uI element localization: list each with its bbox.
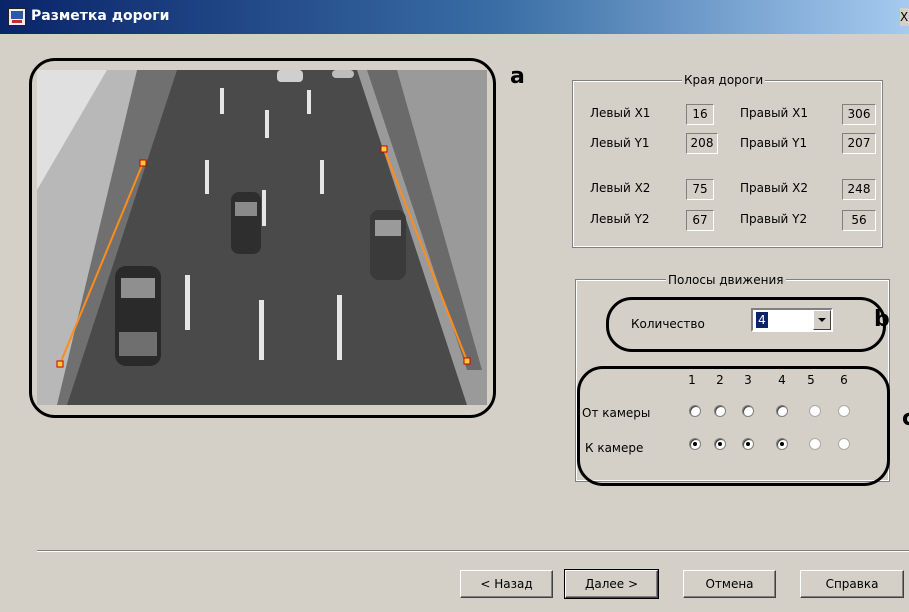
from-camera-radio-3[interactable] (742, 405, 754, 417)
from-camera-label: От камеры (582, 406, 651, 420)
footer-separator (37, 550, 909, 552)
left-x1-label: Левый X1 (590, 106, 651, 120)
callout-label-a: a (510, 64, 525, 89)
lane-count-select[interactable]: 4 (751, 308, 833, 332)
right-x2-value: 248 (842, 179, 876, 200)
to-camera-radio-1[interactable] (689, 438, 701, 450)
from-camera-radio-4[interactable] (776, 405, 788, 417)
left-y1-label: Левый Y1 (590, 136, 650, 150)
right-x1-label: Правый X1 (740, 106, 809, 120)
left-x2-value: 75 (686, 179, 714, 200)
app-icon (8, 8, 26, 26)
right-y2-label: Правый Y2 (740, 212, 808, 226)
lane-col-2: 2 (716, 373, 724, 387)
lane-col-4: 4 (778, 373, 786, 387)
next-button[interactable]: Далее > (564, 569, 659, 599)
right-y2-value: 56 (842, 210, 876, 231)
left-x2-label: Левый X2 (590, 181, 651, 195)
lane-col-1: 1 (688, 373, 696, 387)
to-camera-radio-6 (838, 438, 850, 450)
help-button[interactable]: Справка (800, 570, 904, 598)
left-y2-value: 67 (686, 210, 714, 231)
callout-outline-a (29, 58, 496, 418)
left-x1-value: 16 (686, 104, 714, 125)
right-x1-value: 306 (842, 104, 876, 125)
right-y1-value: 207 (842, 133, 876, 154)
from-camera-radio-5 (809, 405, 821, 417)
lane-count-label: Количество (631, 317, 705, 331)
callout-label-c: c (902, 406, 909, 431)
right-x2-label: Правый X2 (740, 181, 809, 195)
road-edges-title: Края дороги (682, 73, 766, 87)
close-button[interactable]: X (900, 8, 909, 26)
to-camera-label: К камере (585, 441, 644, 455)
callout-label-b: b (874, 307, 890, 332)
to-camera-radio-3[interactable] (742, 438, 754, 450)
left-y1-value: 208 (686, 133, 718, 154)
from-camera-radio-1[interactable] (689, 405, 701, 417)
to-camera-radio-2[interactable] (714, 438, 726, 450)
window-title: Разметка дороги (31, 8, 170, 24)
lanes-title: Полосы движения (666, 273, 786, 287)
to-camera-radio-5 (809, 438, 821, 450)
lane-col-3: 3 (744, 373, 752, 387)
back-button[interactable]: < Назад (460, 570, 553, 598)
from-camera-radio-2[interactable] (714, 405, 726, 417)
lane-count-value: 4 (756, 312, 768, 328)
title-bar: Разметка дороги X (0, 0, 909, 34)
to-camera-radio-4[interactable] (776, 438, 788, 450)
chevron-down-icon[interactable] (813, 310, 831, 330)
lane-col-5: 5 (807, 373, 815, 387)
left-y2-label: Левый Y2 (590, 212, 650, 226)
cancel-button[interactable]: Отмена (683, 570, 776, 598)
from-camera-radio-6 (838, 405, 850, 417)
right-y1-label: Правый Y1 (740, 136, 808, 150)
lane-col-6: 6 (840, 373, 848, 387)
